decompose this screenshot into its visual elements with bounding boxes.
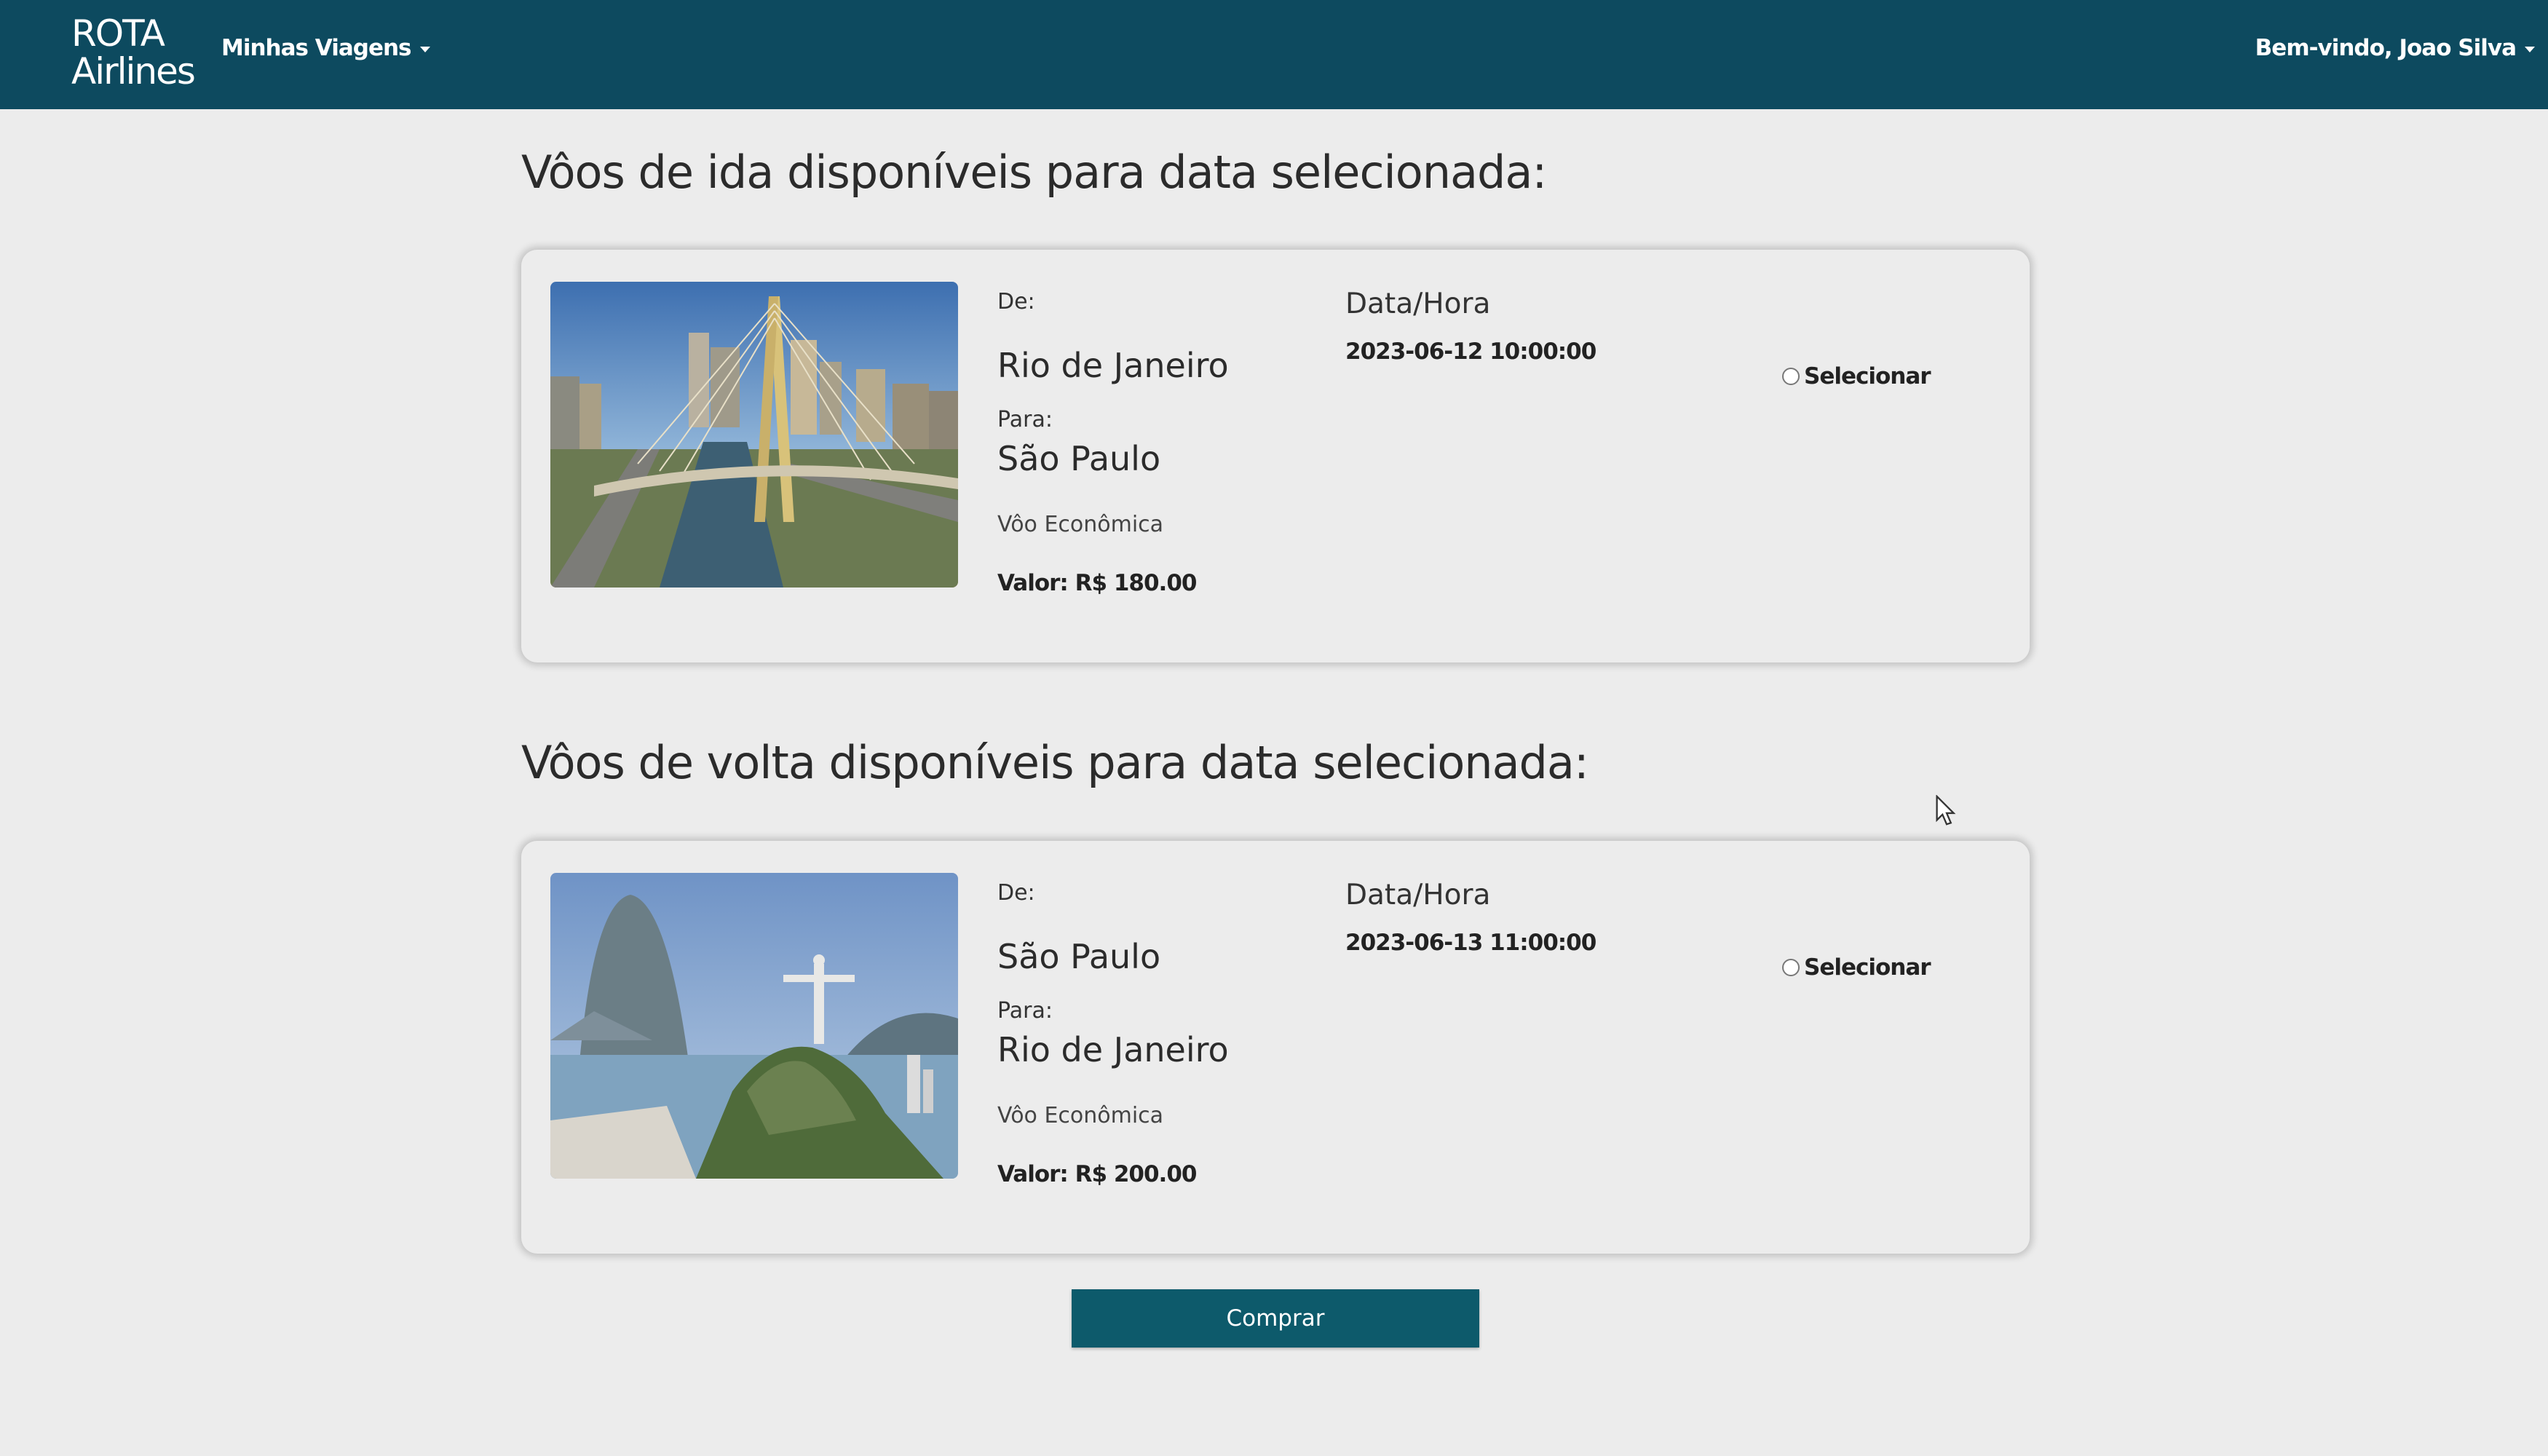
select-outbound-flight[interactable]: Selecionar bbox=[1782, 363, 1931, 389]
navbar: ROTA Airlines Minhas Viagens Bem-vindo, … bbox=[0, 0, 2548, 109]
from-city: São Paulo bbox=[997, 937, 1161, 976]
buy-button[interactable]: Comprar bbox=[1072, 1289, 1479, 1348]
select-label: Selecionar bbox=[1804, 954, 1931, 981]
outbound-flight-card: De: Rio de Janeiro Para: São Paulo Vôo E… bbox=[521, 250, 2030, 662]
flight-price: Valor: R$ 180.00 bbox=[997, 570, 1197, 596]
my-trips-dropdown[interactable]: Minhas Viagens bbox=[221, 35, 430, 61]
brand-line-1: ROTA bbox=[71, 12, 165, 55]
my-trips-label: Minhas Viagens bbox=[221, 35, 412, 61]
outbound-section-title: Vôos de ida disponíveis para data seleci… bbox=[521, 146, 1547, 199]
datetime-label: Data/Hora bbox=[1345, 288, 1491, 320]
flight-price: Valor: R$ 200.00 bbox=[997, 1161, 1197, 1187]
to-city: Rio de Janeiro bbox=[997, 1030, 1229, 1069]
to-label: Para: bbox=[997, 407, 1053, 432]
from-label: De: bbox=[997, 289, 1035, 314]
from-label: De: bbox=[997, 880, 1035, 906]
datetime-label: Data/Hora bbox=[1345, 879, 1491, 911]
rio-christ-redeemer-image bbox=[550, 873, 958, 1179]
flight-class: Vôo Econômica bbox=[997, 512, 1164, 537]
user-welcome-label: Bem-vindo, Joao Silva bbox=[2255, 35, 2517, 61]
mouse-cursor-icon bbox=[1936, 795, 1956, 826]
select-label: Selecionar bbox=[1804, 363, 1931, 389]
to-city: São Paulo bbox=[997, 439, 1161, 478]
sao-paulo-bridge-image bbox=[550, 282, 958, 587]
flight-datetime: 2023-06-12 10:00:00 bbox=[1345, 339, 1597, 365]
user-dropdown[interactable]: Bem-vindo, Joao Silva bbox=[2255, 35, 2535, 61]
select-return-flight[interactable]: Selecionar bbox=[1782, 954, 1931, 981]
return-flight-card: De: São Paulo Para: Rio de Janeiro Vôo E… bbox=[521, 841, 2030, 1254]
flight-class: Vôo Econômica bbox=[997, 1103, 1164, 1128]
return-section-title: Vôos de volta disponíveis para data sele… bbox=[521, 736, 1589, 789]
select-radio[interactable] bbox=[1782, 368, 1800, 385]
brand-logo[interactable]: ROTA Airlines bbox=[71, 12, 196, 92]
chevron-down-icon bbox=[2525, 46, 2535, 52]
flight-datetime: 2023-06-13 11:00:00 bbox=[1345, 930, 1597, 956]
chevron-down-icon bbox=[419, 46, 430, 52]
from-city: Rio de Janeiro bbox=[997, 346, 1229, 385]
brand-line-2: Airlines bbox=[71, 50, 196, 92]
select-radio[interactable] bbox=[1782, 959, 1800, 976]
to-label: Para: bbox=[997, 998, 1053, 1024]
